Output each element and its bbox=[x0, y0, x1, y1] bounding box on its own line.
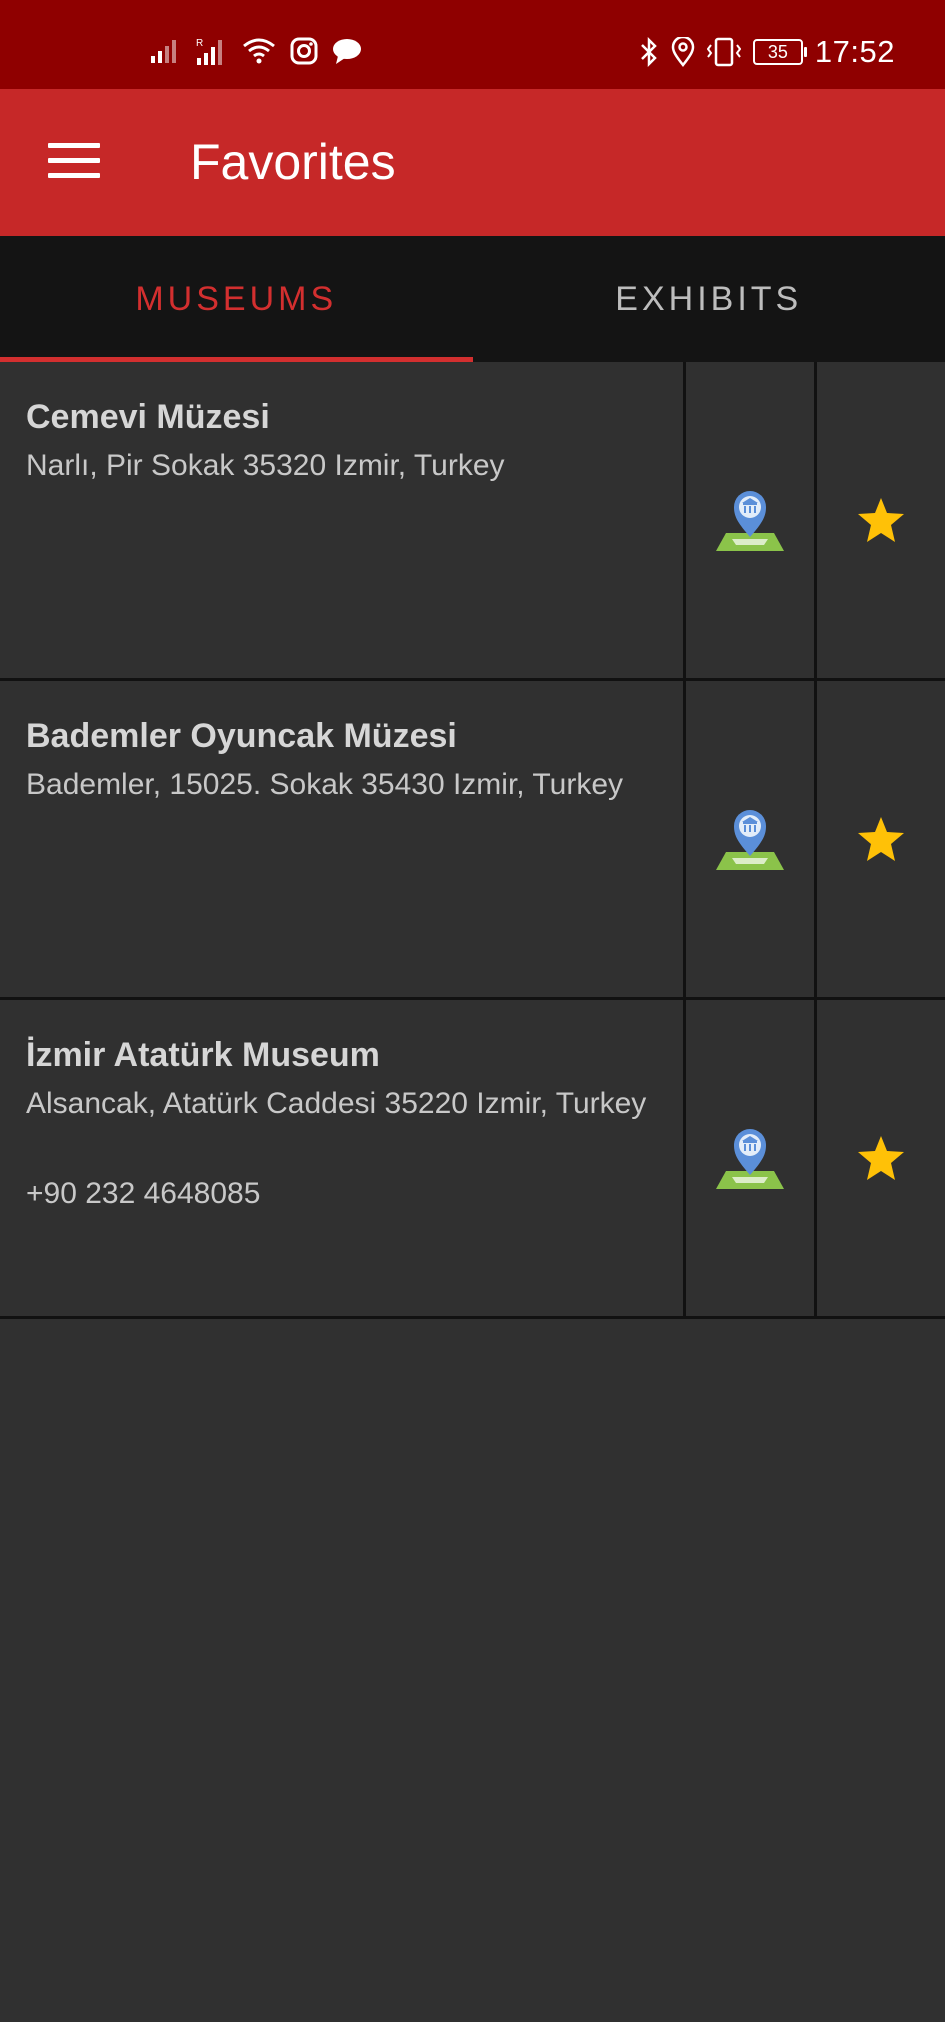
list-item[interactable]: İzmir Atatürk Museum Alsancak, Atatürk C… bbox=[0, 1000, 945, 1319]
museum-map-pin-icon bbox=[716, 491, 784, 551]
tab-exhibits[interactable]: EXHIBITS bbox=[473, 236, 945, 362]
star-icon bbox=[858, 1136, 904, 1180]
favorites-list: Cemevi Müzesi Narlı, Pir Sokak 35320 Izm… bbox=[0, 362, 945, 1319]
hamburger-menu-icon[interactable] bbox=[48, 143, 100, 183]
tab-bar: MUSEUMS EXHIBITS bbox=[0, 236, 945, 362]
status-bar-right: 35 17:52 bbox=[639, 34, 895, 70]
favorite-star-button[interactable] bbox=[817, 681, 945, 997]
museum-map-pin-icon bbox=[716, 1129, 784, 1189]
map-button[interactable] bbox=[686, 1000, 817, 1316]
museum-address: Narlı, Pir Sokak 35320 Izmir, Turkey bbox=[26, 449, 505, 482]
museum-name: Cemevi Müzesi bbox=[26, 398, 270, 436]
vibrate-icon bbox=[706, 37, 741, 67]
instagram-icon bbox=[290, 37, 318, 65]
museum-map-pin-icon bbox=[716, 810, 784, 870]
map-button[interactable] bbox=[686, 681, 817, 997]
bluetooth-icon bbox=[641, 37, 657, 67]
map-button[interactable] bbox=[686, 362, 817, 678]
wifi-icon bbox=[243, 38, 275, 64]
star-icon bbox=[858, 498, 904, 542]
museum-address: Alsancak, Atatürk Caddesi 35220 Izmir, T… bbox=[26, 1087, 647, 1120]
museum-info: Bademler Oyuncak Müzesi Bademler, 15025.… bbox=[0, 681, 686, 997]
museum-info: Cemevi Müzesi Narlı, Pir Sokak 35320 Izm… bbox=[0, 362, 686, 678]
status-bar-left: R bbox=[150, 36, 362, 66]
favorite-star-button[interactable] bbox=[817, 1000, 945, 1316]
page-title: Favorites bbox=[190, 134, 396, 190]
list-item[interactable]: Bademler Oyuncak Müzesi Bademler, 15025.… bbox=[0, 681, 945, 1000]
museum-name: Bademler Oyuncak Müzesi bbox=[26, 717, 457, 755]
svg-text:R: R bbox=[196, 38, 203, 49]
museum-address: Bademler, 15025. Sokak 35430 Izmir, Turk… bbox=[26, 768, 623, 801]
star-icon bbox=[858, 817, 904, 861]
tab-museums[interactable]: MUSEUMS bbox=[0, 236, 473, 362]
status-bar: R 35 17:52 bbox=[0, 0, 945, 89]
chat-bubble-icon bbox=[333, 39, 361, 64]
location-icon bbox=[671, 37, 695, 67]
app-bar: Favorites bbox=[0, 89, 945, 236]
favorite-star-button[interactable] bbox=[817, 362, 945, 678]
museum-name: İzmir Atatürk Museum bbox=[26, 1036, 380, 1074]
museum-info: İzmir Atatürk Museum Alsancak, Atatürk C… bbox=[0, 1000, 686, 1316]
signal-roaming-icon: R bbox=[196, 38, 222, 65]
status-time: 17:52 bbox=[814, 34, 895, 69]
museum-phone: +90 232 4648085 bbox=[26, 1177, 261, 1210]
battery-icon: 35 bbox=[752, 39, 807, 65]
list-item[interactable]: Cemevi Müzesi Narlı, Pir Sokak 35320 Izm… bbox=[0, 362, 945, 681]
signal-icon bbox=[151, 40, 176, 63]
